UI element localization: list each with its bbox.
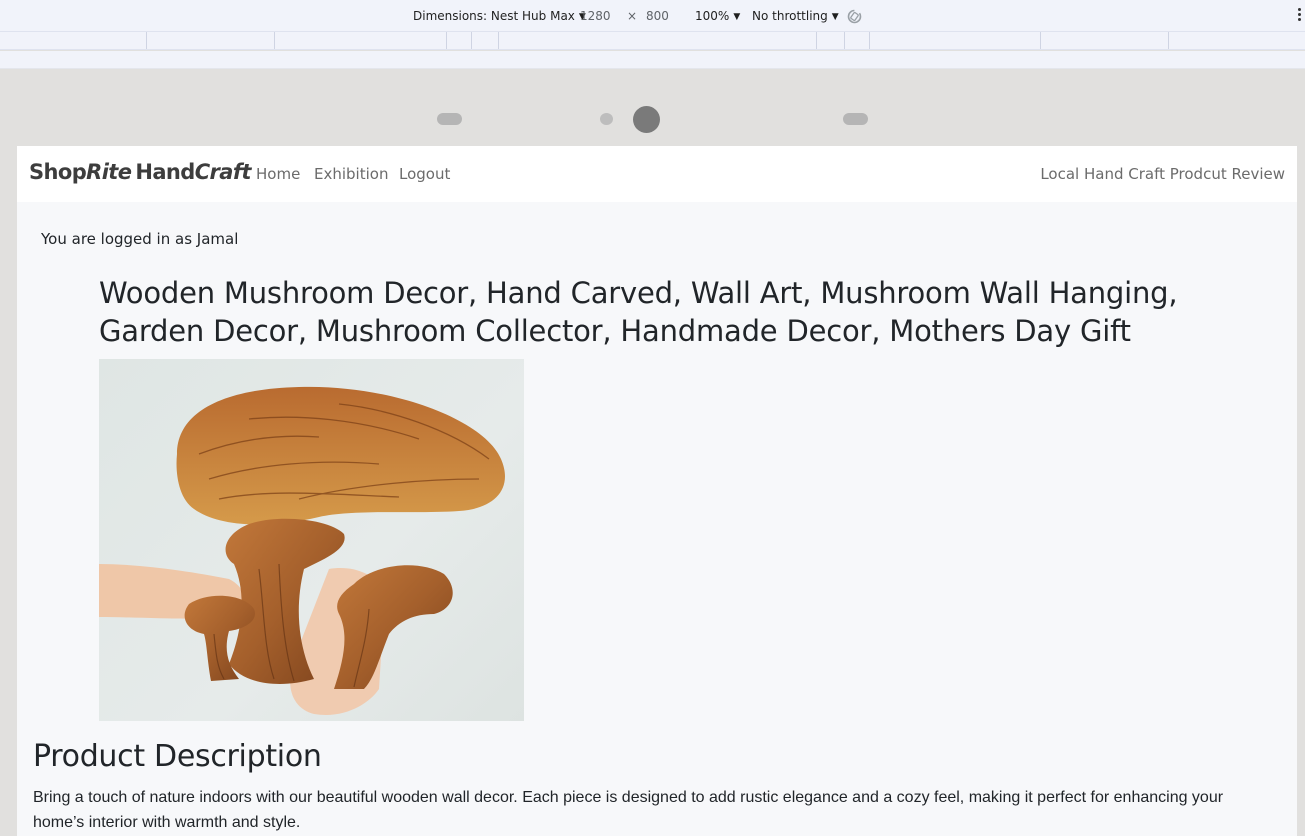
ruler-tick bbox=[816, 32, 817, 49]
zoom-caret-icon: ▼ bbox=[733, 12, 741, 22]
brand-logo[interactable]: ShopRite HandCraft bbox=[29, 160, 251, 184]
throttling-select[interactable]: No throttling ▼ bbox=[752, 9, 839, 23]
page-viewport: ShopRite HandCraft Home Exhibition Logout… bbox=[17, 146, 1297, 836]
ruler-tick bbox=[498, 32, 499, 49]
throttling-caret-icon: ▼ bbox=[831, 12, 839, 22]
device-toolbar: Dimensions: Nest Hub Max ▼ 1280 × 800 100… bbox=[0, 0, 1305, 32]
ruler-tick bbox=[471, 32, 472, 49]
zoom-select[interactable]: 100% ▼ bbox=[695, 9, 740, 23]
zoom-label: 100% bbox=[695, 9, 730, 23]
site-tagline: Local Hand Craft Prodcut Review bbox=[1040, 165, 1285, 183]
ruler-tick bbox=[1040, 32, 1041, 49]
brand-rite: Rite bbox=[86, 160, 132, 184]
ruler-tick bbox=[1168, 32, 1169, 49]
ruler-tick bbox=[274, 32, 275, 49]
description-heading: Product Description bbox=[33, 739, 322, 774]
ruler-tick bbox=[146, 32, 147, 49]
brand-shop: Shop bbox=[29, 160, 87, 184]
more-options-icon[interactable] bbox=[1297, 8, 1303, 24]
ruler-tick bbox=[869, 32, 870, 49]
camera-icon bbox=[633, 106, 660, 133]
sensor-dot-icon bbox=[600, 113, 613, 125]
height-input[interactable]: 800 bbox=[646, 9, 669, 23]
throttling-label: No throttling bbox=[752, 9, 828, 23]
brand-craft: Craft bbox=[194, 160, 252, 184]
device-label: Dimensions: Nest Hub Max bbox=[413, 9, 575, 23]
device-select[interactable]: Dimensions: Nest Hub Max ▼ bbox=[413, 9, 586, 23]
product-description: Bring a touch of nature indoors with our… bbox=[33, 789, 1224, 831]
ruler-tick bbox=[844, 32, 845, 49]
navbar: ShopRite HandCraft Home Exhibition Logout… bbox=[17, 146, 1297, 202]
logged-in-status: You are logged in as Jamal bbox=[41, 230, 239, 248]
media-query-ruler[interactable] bbox=[0, 32, 1305, 50]
width-input[interactable]: 1280 bbox=[580, 9, 611, 23]
product-image bbox=[99, 359, 524, 721]
mushroom-carving-image bbox=[99, 386, 505, 715]
nav-link-home[interactable]: Home bbox=[256, 165, 300, 183]
product-title: Wooden Mushroom Decor, Hand Carved, Wall… bbox=[99, 276, 1178, 348]
times-icon: × bbox=[627, 9, 638, 23]
brand-hand: Hand bbox=[135, 160, 195, 184]
device-bezel bbox=[0, 80, 1305, 146]
ruler-strip bbox=[0, 51, 1305, 69]
rotate-icon[interactable] bbox=[846, 8, 863, 25]
nav-link-logout[interactable]: Logout bbox=[399, 165, 450, 183]
nav-link-exhibition[interactable]: Exhibition bbox=[314, 165, 388, 183]
sensor-right-icon bbox=[843, 113, 868, 125]
sensor-left-icon bbox=[437, 113, 462, 125]
ruler-tick bbox=[446, 32, 447, 49]
